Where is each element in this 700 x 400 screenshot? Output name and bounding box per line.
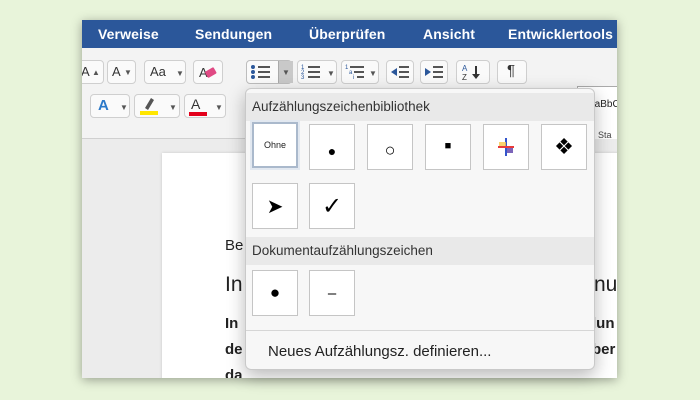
indent-icon	[425, 66, 443, 78]
caret-down-icon: ▼	[124, 68, 132, 77]
ribbon-tab-bar: Verweise Sendungen Überprüfen Ansicht En…	[82, 20, 617, 48]
sort-az-icon: A Z	[462, 64, 480, 81]
dash-icon: –	[327, 284, 337, 302]
diamond-cluster-icon: ❖	[554, 134, 574, 159]
highlight-button[interactable]: ▼	[134, 94, 180, 118]
font-color-button[interactable]: A ▼	[184, 94, 226, 118]
doc-paragraph-text: lun	[592, 315, 615, 332]
hollow-circle-icon: ○	[384, 139, 396, 160]
tab-sendungen[interactable]: Sendungen	[195, 26, 272, 42]
bullet-option-square[interactable]: ■	[425, 124, 471, 170]
filled-circle-icon: ●	[327, 143, 337, 159]
svg-text:A: A	[462, 64, 468, 73]
show-formatting-button[interactable]: ¶	[497, 60, 527, 84]
doc-paragraph-text: da	[225, 367, 243, 378]
doc-paragraph-text: de	[225, 341, 243, 358]
filled-circle-icon: ●	[269, 283, 281, 302]
filled-square-icon: ■	[444, 140, 452, 152]
text-effects-button[interactable]: A ▼	[90, 94, 130, 118]
pilcrow-icon: ¶	[507, 62, 516, 79]
tab-verweise[interactable]: Verweise	[98, 26, 159, 42]
bullet-library-dropdown: Aufzählungszeichenbibliothek Ohne ● ○ ■ …	[245, 88, 595, 370]
chevron-down-icon: ▼	[176, 69, 184, 78]
numbered-list-icon: 1 2 3	[301, 65, 320, 81]
doc-text-line: Be	[225, 237, 244, 254]
sort-button[interactable]: A Z	[456, 60, 490, 84]
change-case-button[interactable]: Aa ▼	[144, 60, 186, 84]
svg-text:Z: Z	[462, 73, 467, 81]
multilevel-list-icon: 1 a i	[345, 65, 364, 81]
document-bullet-dash[interactable]: –	[309, 270, 355, 316]
bullet-option-checkmark[interactable]: ✓	[309, 183, 355, 229]
multilevel-list-button[interactable]: 1 a i ▼	[341, 60, 379, 84]
bullet-option-none[interactable]: Ohne	[252, 122, 298, 168]
chevron-down-icon: ▼	[282, 68, 290, 77]
tab-ueberpruefen[interactable]: Überprüfen	[309, 26, 385, 42]
define-new-bullet-item[interactable]: Neues Aufzählungsz. definieren...	[268, 343, 491, 360]
document-bullets-header: Dokumentaufzählungszeichen	[246, 237, 594, 265]
outdent-icon	[391, 66, 409, 78]
highlighter-icon	[140, 98, 158, 115]
color-plus-icon	[498, 138, 514, 156]
eraser-icon: A	[199, 65, 217, 80]
chevron-down-icon: ▼	[327, 69, 335, 78]
bullets-button[interactable]: ▼	[246, 60, 293, 84]
grow-font-button[interactable]: A ▲	[82, 60, 104, 84]
shrink-font-button[interactable]: A ▼	[107, 60, 136, 84]
svg-text:i: i	[353, 75, 354, 81]
bullet-option-hollow-circle[interactable]: ○	[367, 124, 413, 170]
doc-paragraph-text: ber	[592, 341, 616, 358]
chevron-down-icon: ▼	[215, 103, 223, 112]
bullet-option-diamond-cluster[interactable]: ❖	[541, 124, 587, 170]
chevron-down-icon: ▼	[369, 69, 377, 78]
chevron-down-icon: ▼	[120, 103, 128, 112]
bullet-list-icon	[251, 65, 270, 79]
bullet-option-color-plus[interactable]: +	[483, 124, 529, 170]
doc-heading-end: nu	[594, 273, 617, 296]
increase-indent-button[interactable]	[420, 60, 448, 84]
numbering-button[interactable]: 1 2 3 ▼	[297, 60, 337, 84]
caret-up-icon: ▲	[92, 68, 100, 77]
chevron-down-icon: ▼	[169, 103, 177, 112]
tab-entwicklertools[interactable]: Entwicklertools	[508, 26, 613, 42]
doc-paragraph-text: In	[225, 315, 239, 332]
document-bullet-filled-circle[interactable]: ●	[252, 270, 298, 316]
doc-heading: In	[225, 273, 243, 296]
bullet-library-header: Aufzählungszeichenbibliothek	[246, 93, 594, 121]
font-color-swatch	[189, 112, 207, 116]
tab-ansicht[interactable]: Ansicht	[423, 26, 475, 42]
decrease-indent-button[interactable]	[386, 60, 414, 84]
svg-text:3: 3	[301, 75, 305, 81]
clear-formatting-button[interactable]: A	[193, 60, 223, 84]
bullet-option-filled-circle[interactable]: ●	[309, 124, 355, 170]
arrowhead-icon: ➤	[266, 195, 284, 218]
checkmark-icon: ✓	[321, 192, 343, 220]
menu-divider	[246, 330, 594, 331]
bullet-option-arrowhead[interactable]: ➤	[252, 183, 298, 229]
bullets-dropdown-toggle[interactable]: ▼	[278, 61, 293, 83]
